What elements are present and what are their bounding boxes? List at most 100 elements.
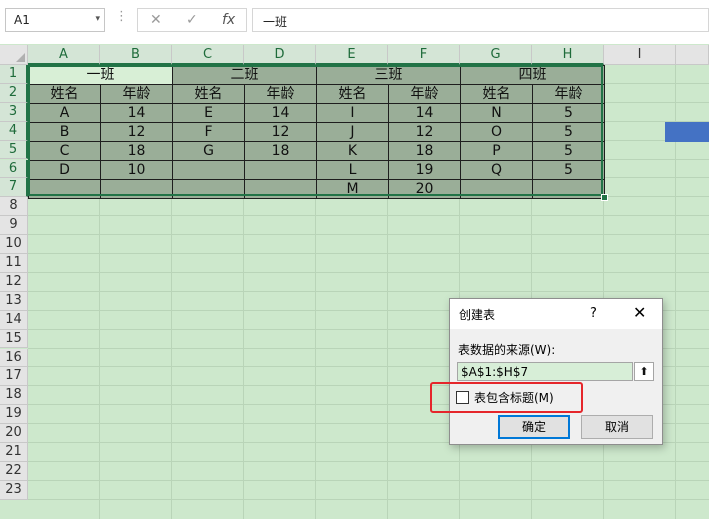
row-header-14[interactable]: 14 [0,310,28,330]
formula-input[interactable]: 一班 [252,8,709,32]
column-label-cell[interactable]: 年龄 [244,84,317,104]
table-cell[interactable]: 10 [100,160,173,180]
column-label-cell[interactable]: 年龄 [532,84,605,104]
table-cell[interactable] [28,179,101,199]
row-header-5[interactable]: 5 [0,140,28,160]
table-cell[interactable]: 14 [100,103,173,123]
help-icon[interactable]: ? [590,306,597,321]
table-cell[interactable]: 12 [100,122,173,142]
table-cell[interactable]: K [316,141,389,161]
column-label-cell[interactable]: 年龄 [388,84,461,104]
column-label-cell[interactable]: 姓名 [316,84,389,104]
row-header-18[interactable]: 18 [0,386,28,406]
table-cell[interactable] [244,160,317,180]
ok-button[interactable]: 确定 [498,415,570,439]
table-cell[interactable]: 18 [100,141,173,161]
table-cell[interactable]: N [460,103,533,123]
table-cell[interactable] [172,179,245,199]
row-header-6[interactable]: 6 [0,159,28,179]
cancel-icon[interactable]: ✕ [150,12,162,28]
table-cell[interactable]: 5 [532,160,605,180]
table-cell[interactable]: 19 [388,160,461,180]
table-cell[interactable]: G [172,141,245,161]
table-cell[interactable] [172,160,245,180]
table-cell[interactable]: P [460,141,533,161]
row-header-11[interactable]: 11 [0,254,28,273]
check-icon[interactable]: ✓ [186,12,198,28]
table-cell[interactable]: C [28,141,101,161]
column-label-cell[interactable]: 姓名 [28,84,101,104]
row-header-22[interactable]: 22 [0,461,28,481]
table-cell[interactable]: F [172,122,245,142]
table-cell[interactable]: 20 [388,179,461,199]
table-cell[interactable]: 12 [244,122,317,142]
row-header-8[interactable]: 8 [0,197,28,217]
drag-handle-icon[interactable]: ⋮ [115,9,128,24]
row-header-4[interactable]: 4 [0,121,28,141]
row-header-17[interactable]: 17 [0,367,28,387]
column-header-h[interactable]: H [532,45,604,65]
row-header-3[interactable]: 3 [0,102,28,122]
table-cell[interactable]: I [316,103,389,123]
row-header-1[interactable]: 1 [0,65,28,84]
row-header-2[interactable]: 2 [0,83,28,103]
insert-function-icon[interactable]: fx [222,12,235,28]
collapse-dialog-button[interactable]: ⬆ [634,362,654,381]
table-cell[interactable]: 18 [244,141,317,161]
data-table[interactable]: 一班 二班 三班 四班 姓名 年龄 姓名 年龄 姓名 年龄 姓名 年龄 A 14 E 14 I 14 N 5 B 12 F 1… [28,65,605,199]
table-cell[interactable]: E [172,103,245,123]
row-header-23[interactable]: 23 [0,480,28,500]
row-header-21[interactable]: 21 [0,443,28,462]
column-label-cell[interactable]: 姓名 [172,84,245,104]
worksheet-grid[interactable]: 一班 二班 三班 四班 姓名 年龄 姓名 年龄 姓名 年龄 姓名 年龄 A 14 E 14 I 14 N 5 B 12 F 1… [28,65,709,519]
column-header-g[interactable]: G [460,45,532,65]
group-header-cell[interactable]: 一班 [28,65,173,85]
group-header-cell[interactable]: 三班 [316,65,461,85]
column-label-cell[interactable]: 姓名 [460,84,533,104]
table-cell[interactable]: 5 [532,122,605,142]
row-header-12[interactable]: 12 [0,272,28,292]
table-cell[interactable]: 18 [388,141,461,161]
column-header-f[interactable]: F [388,45,460,65]
row-header-7[interactable]: 7 [0,178,28,198]
row-header-20[interactable]: 20 [0,424,28,443]
table-cell[interactable]: B [28,122,101,142]
name-box[interactable]: A1 ▾ [5,8,105,32]
fill-handle[interactable] [601,194,608,201]
row-header-10[interactable]: 10 [0,235,28,254]
select-all-corner[interactable] [0,45,28,65]
table-cell[interactable]: 14 [388,103,461,123]
table-cell[interactable]: 12 [388,122,461,142]
column-header-d[interactable]: D [244,45,316,65]
column-label-cell[interactable]: 年龄 [100,84,173,104]
table-cell[interactable] [460,179,533,199]
row-header-19[interactable]: 19 [0,405,28,425]
table-cell[interactable] [100,179,173,199]
column-header-a[interactable]: A [28,45,100,65]
close-icon[interactable]: ✕ [633,303,646,322]
table-cell[interactable]: D [28,160,101,180]
column-header-e[interactable]: E [316,45,388,65]
table-cell[interactable]: 5 [532,141,605,161]
table-cell[interactable]: M [316,179,389,199]
column-header-c[interactable]: C [172,45,244,65]
table-cell[interactable]: 5 [532,103,605,123]
row-header-16[interactable]: 16 [0,348,28,368]
table-cell[interactable] [532,179,605,199]
row-header-13[interactable]: 13 [0,291,28,311]
table-cell[interactable]: A [28,103,101,123]
row-header-15[interactable]: 15 [0,329,28,349]
column-header-i[interactable]: I [604,45,676,65]
table-cell[interactable]: J [316,122,389,142]
table-cell[interactable]: O [460,122,533,142]
table-cell[interactable]: 14 [244,103,317,123]
group-header-cell[interactable]: 二班 [172,65,317,85]
group-header-cell[interactable]: 四班 [460,65,605,85]
row-header-9[interactable]: 9 [0,216,28,236]
blue-rectangle-shape[interactable] [665,122,709,142]
table-cell[interactable]: L [316,160,389,180]
column-header-b[interactable]: B [100,45,172,65]
range-input[interactable]: $A$1:$H$7 [457,362,633,381]
chevron-down-icon[interactable]: ▾ [95,14,100,24]
table-cell[interactable]: Q [460,160,533,180]
